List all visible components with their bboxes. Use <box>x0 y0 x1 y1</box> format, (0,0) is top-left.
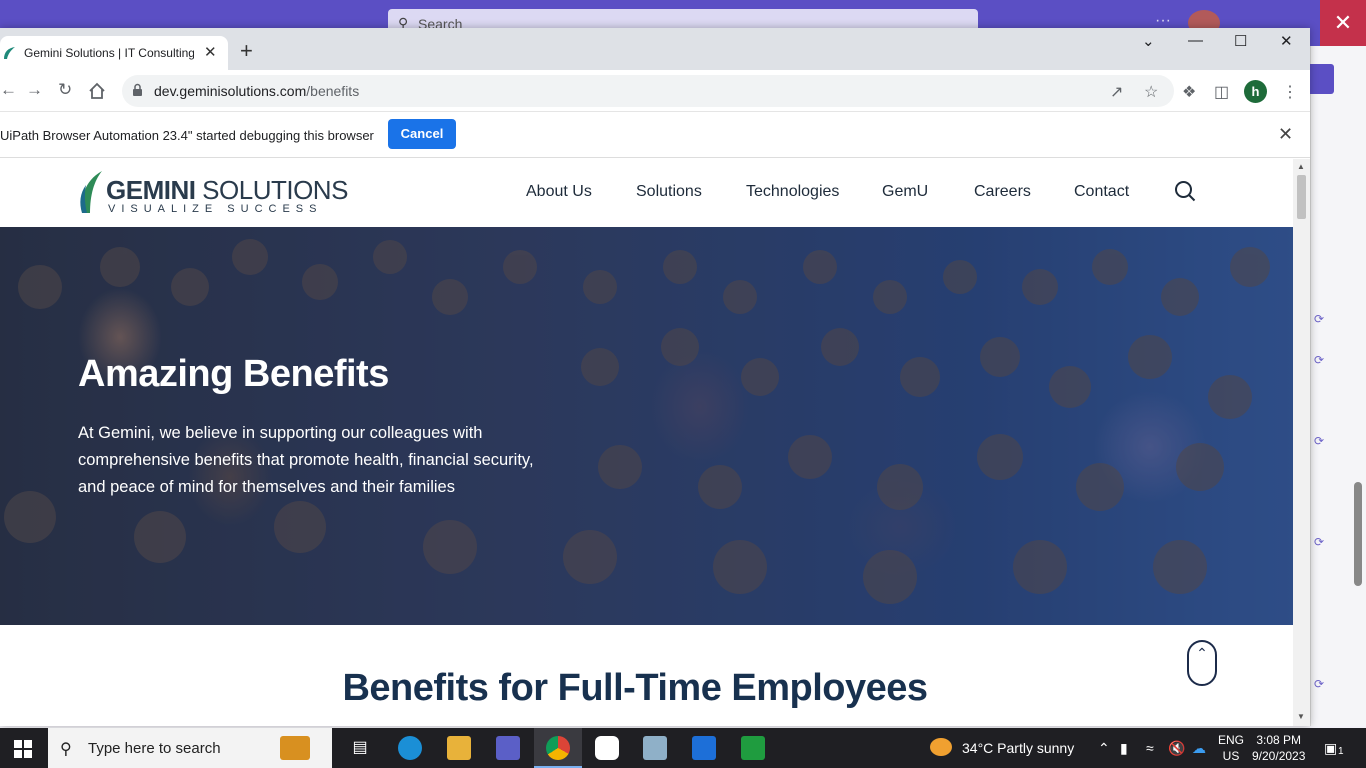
background-app-button[interactable] <box>1310 64 1334 94</box>
site-search-icon[interactable] <box>1174 180 1196 202</box>
taskbar-search-box[interactable]: ⚲ Type here to search <box>48 728 332 768</box>
forward-icon[interactable]: → <box>26 80 43 100</box>
hero-description: At Gemini, we believe in supporting our … <box>78 424 534 496</box>
browser-toolbar: ← → ↻ dev.geminisolutions.com/benefits ↗… <box>0 70 1310 112</box>
nav-contact[interactable]: Contact <box>1074 183 1129 201</box>
sync-icon: ⟳ <box>1314 353 1325 367</box>
hero-title: Amazing Benefits <box>78 353 389 395</box>
sync-icon: ⟳ <box>1314 677 1325 691</box>
chrome-icon[interactable] <box>546 736 570 760</box>
onedrive-icon[interactable]: ☁ <box>1192 740 1206 757</box>
section-title: Benefits for Full-Time Employees <box>342 667 928 709</box>
windows-start-icon[interactable] <box>14 740 32 758</box>
bookmark-star-icon[interactable]: ☆ <box>1144 82 1158 102</box>
scrollbar-thumb[interactable] <box>1297 175 1306 219</box>
notification-icon[interactable]: ▣ <box>1324 740 1337 757</box>
profile-avatar[interactable]: h <box>1244 80 1267 103</box>
page-scrollbar[interactable]: ▲ ▼ <box>1293 159 1310 726</box>
back-icon[interactable]: ← <box>0 80 17 100</box>
volume-muted-icon[interactable]: 🔇 <box>1168 740 1185 757</box>
leaf-logo-icon <box>80 171 102 213</box>
scroll-up-icon[interactable]: ▲ <box>1297 162 1305 171</box>
uipath-assistant-icon[interactable] <box>741 736 765 760</box>
new-tab-button[interactable]: + <box>240 40 253 62</box>
nav-solutions[interactable]: Solutions <box>636 183 702 201</box>
sync-icon: ⟳ <box>1314 312 1325 326</box>
gemini-favicon-icon <box>4 47 15 59</box>
weather-icon[interactable] <box>930 738 952 756</box>
hero-banner: Amazing Benefits At Gemini, we believe i… <box>0 227 1293 625</box>
maximize-icon[interactable]: ☐ <box>1234 32 1247 50</box>
infobar-message: UiPath Browser Automation 23.4" started … <box>0 128 374 143</box>
battery-icon[interactable]: ▮ <box>1120 740 1128 757</box>
uipath-studio-icon[interactable] <box>692 736 716 760</box>
url-text: dev.geminisolutions.com/benefits <box>154 83 360 99</box>
file-explorer-icon[interactable] <box>447 736 471 760</box>
tab-title: Gemini Solutions | IT Consulting <box>24 46 194 60</box>
search-icon: ⚲ <box>60 741 72 758</box>
dropbox-like-icon[interactable] <box>595 736 619 760</box>
scrollbar[interactable] <box>1354 482 1362 586</box>
scroll-to-top-button[interactable]: ⌃ <box>1187 640 1217 686</box>
minimize-icon[interactable]: — <box>1188 32 1203 49</box>
tab-search-icon[interactable]: ⌄ <box>1142 32 1155 50</box>
close-icon[interactable]: ✕ <box>1320 0 1366 46</box>
page-viewport: GEMINI SOLUTIONS VISUALIZE SUCCESS About… <box>0 159 1293 726</box>
chevron-up-icon[interactable]: ⌃ <box>1098 740 1110 757</box>
extensions-icon[interactable]: ❖ <box>1182 82 1196 102</box>
background-app-side-panel <box>1310 46 1366 726</box>
reload-icon[interactable]: ↻ <box>58 80 72 100</box>
nav-technologies[interactable]: Technologies <box>746 183 839 201</box>
browser-window: Gemini Solutions | IT Consulting ✕ + ⌄ —… <box>0 28 1310 726</box>
nav-careers[interactable]: Careers <box>974 183 1031 201</box>
sync-icon: ⟳ <box>1314 434 1325 448</box>
close-tab-icon[interactable]: ✕ <box>204 43 217 61</box>
sync-icon: ⟳ <box>1314 535 1325 549</box>
language-indicator[interactable]: ENG US <box>1218 732 1244 764</box>
logo-tagline: VISUALIZE SUCCESS <box>108 203 323 215</box>
edge-icon[interactable] <box>398 736 422 760</box>
gemini-logo[interactable]: GEMINI SOLUTIONS VISUALIZE SUCCESS <box>78 169 348 217</box>
clock[interactable]: 3:08 PM 9/20/2023 <box>1252 732 1305 764</box>
share-icon[interactable]: ↗ <box>1110 82 1123 102</box>
windows-taskbar: ⚲ Type here to search ▤ 34°C Partly sunn… <box>0 728 1366 768</box>
logo-name: GEMINI SOLUTIONS <box>106 175 348 205</box>
weather-text[interactable]: 34°C Partly sunny <box>962 740 1074 756</box>
task-view-icon[interactable]: ▤ <box>348 736 372 760</box>
nav-about-us[interactable]: About Us <box>526 183 592 201</box>
lock-icon <box>133 83 142 96</box>
notepad-icon[interactable] <box>643 736 667 760</box>
close-window-icon[interactable]: ✕ <box>1280 32 1293 50</box>
close-infobar-icon[interactable]: ✕ <box>1278 124 1293 145</box>
teams-icon[interactable] <box>496 736 520 760</box>
wifi-icon[interactable]: ≈ <box>1146 740 1154 756</box>
briefcase-icon <box>280 736 310 760</box>
cancel-button[interactable]: Cancel <box>388 119 456 149</box>
site-header: GEMINI SOLUTIONS VISUALIZE SUCCESS About… <box>0 159 1293 227</box>
home-icon[interactable] <box>88 82 106 100</box>
side-panel-icon[interactable]: ◫ <box>1214 82 1229 102</box>
nav-gemu[interactable]: GemU <box>882 183 928 201</box>
tab-strip: Gemini Solutions | IT Consulting ✕ + ⌄ —… <box>0 28 1310 70</box>
address-bar[interactable]: dev.geminisolutions.com/benefits ↗ ☆ <box>122 75 1174 107</box>
notification-count: 1 <box>1338 746 1344 757</box>
browser-tab[interactable]: Gemini Solutions | IT Consulting ✕ <box>0 36 228 70</box>
debugging-infobar: UiPath Browser Automation 23.4" started … <box>0 112 1310 158</box>
scroll-down-icon[interactable]: ▼ <box>1297 712 1305 721</box>
menu-kebab-icon[interactable]: ⋮ <box>1282 82 1298 102</box>
